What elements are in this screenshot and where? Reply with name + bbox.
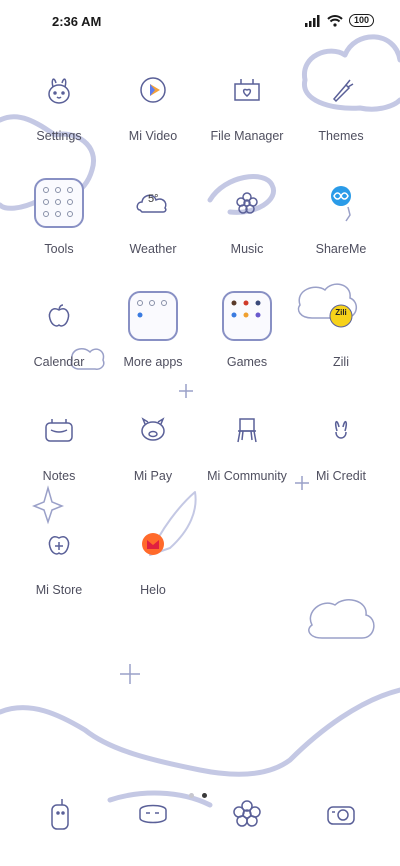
app-label: Mi Credit bbox=[315, 469, 366, 483]
app-mi-pay[interactable]: Mi Pay bbox=[103, 404, 203, 504]
dock-messages[interactable] bbox=[133, 794, 173, 834]
app-themes[interactable]: Themes bbox=[291, 64, 391, 164]
play-icon bbox=[127, 64, 179, 116]
notepad-icon bbox=[33, 404, 85, 456]
app-file-manager[interactable]: File Manager bbox=[197, 64, 297, 164]
app-label: Themes bbox=[318, 129, 364, 143]
helo-icon bbox=[127, 518, 179, 570]
camera-icon bbox=[327, 806, 355, 825]
app-label: Helo bbox=[140, 583, 166, 597]
app-label: Mi Video bbox=[128, 129, 178, 143]
app-label: Tools bbox=[44, 242, 74, 256]
page-dot-2[interactable] bbox=[202, 793, 207, 798]
weather-temp: 5° bbox=[148, 193, 159, 205]
status-time: 2:36 AM bbox=[52, 14, 102, 29]
wifi-icon bbox=[327, 14, 343, 27]
app-mi-credit[interactable]: Mi Credit bbox=[291, 404, 391, 504]
speech-bubble-icon bbox=[139, 804, 167, 824]
walkie-phone-icon bbox=[51, 799, 69, 830]
dock-browser[interactable] bbox=[227, 794, 267, 834]
app-label: Weather bbox=[129, 242, 177, 256]
page-indicator bbox=[189, 793, 207, 798]
app-label: File Manager bbox=[210, 129, 284, 143]
rabbit-icon bbox=[315, 404, 367, 456]
more-apps-folder-icon bbox=[128, 291, 178, 341]
shareme-icon bbox=[315, 177, 367, 229]
app-label: Mi Store bbox=[35, 583, 83, 597]
zili-icon: Zili bbox=[315, 290, 367, 342]
signal-icon bbox=[304, 14, 320, 27]
battery-indicator: 100 bbox=[348, 14, 374, 27]
bunny-icon bbox=[33, 64, 85, 116]
pig-icon bbox=[127, 404, 179, 456]
app-music[interactable]: Music bbox=[197, 177, 297, 277]
app-label: Zili bbox=[333, 355, 349, 369]
app-label: Mi Community bbox=[207, 469, 287, 483]
dock-phone[interactable] bbox=[40, 794, 80, 834]
flower-browser-icon bbox=[233, 800, 261, 827]
app-settings[interactable]: Settings bbox=[9, 64, 109, 164]
app-label: More apps bbox=[123, 355, 183, 369]
app-label: ShareMe bbox=[315, 242, 367, 256]
app-mi-store[interactable]: Mi Store bbox=[9, 518, 109, 618]
apple-plus-icon bbox=[33, 518, 85, 570]
status-icons: 100 bbox=[304, 14, 374, 27]
app-weather[interactable]: 5° Weather bbox=[103, 177, 203, 277]
app-label: Music bbox=[230, 242, 264, 256]
app-label: Calendar bbox=[33, 355, 85, 369]
carrot-icon bbox=[315, 64, 367, 116]
app-more-apps-folder[interactable]: More apps bbox=[103, 290, 203, 390]
app-notes[interactable]: Notes bbox=[9, 404, 109, 504]
page-dot-1[interactable] bbox=[189, 793, 194, 798]
flower-icon bbox=[221, 177, 273, 229]
app-label: Notes bbox=[42, 469, 76, 483]
app-shareme[interactable]: ShareMe bbox=[291, 177, 391, 277]
app-mi-video[interactable]: Mi Video bbox=[103, 64, 203, 164]
apple-icon bbox=[33, 290, 85, 342]
folder-heart-icon bbox=[221, 64, 273, 116]
status-bar: 2:36 AM 100 bbox=[0, 0, 400, 44]
app-games-folder[interactable]: Games bbox=[197, 290, 297, 390]
zili-badge-text: Zili bbox=[335, 308, 347, 317]
app-mi-community[interactable]: Mi Community bbox=[197, 404, 297, 504]
app-label: Mi Pay bbox=[133, 469, 173, 483]
games-folder-icon bbox=[222, 291, 272, 341]
tools-folder-icon bbox=[34, 178, 84, 228]
chair-icon bbox=[221, 404, 273, 456]
app-zili[interactable]: Zili Zili bbox=[291, 290, 391, 390]
app-label: Settings bbox=[36, 129, 82, 143]
app-tools-folder[interactable]: Tools bbox=[9, 177, 109, 277]
dock-camera[interactable] bbox=[321, 794, 361, 834]
app-label: Games bbox=[226, 355, 268, 369]
cloud-weather-icon: 5° bbox=[127, 177, 179, 229]
app-calendar[interactable]: Calendar bbox=[9, 290, 109, 390]
app-helo[interactable]: Helo bbox=[103, 518, 203, 618]
